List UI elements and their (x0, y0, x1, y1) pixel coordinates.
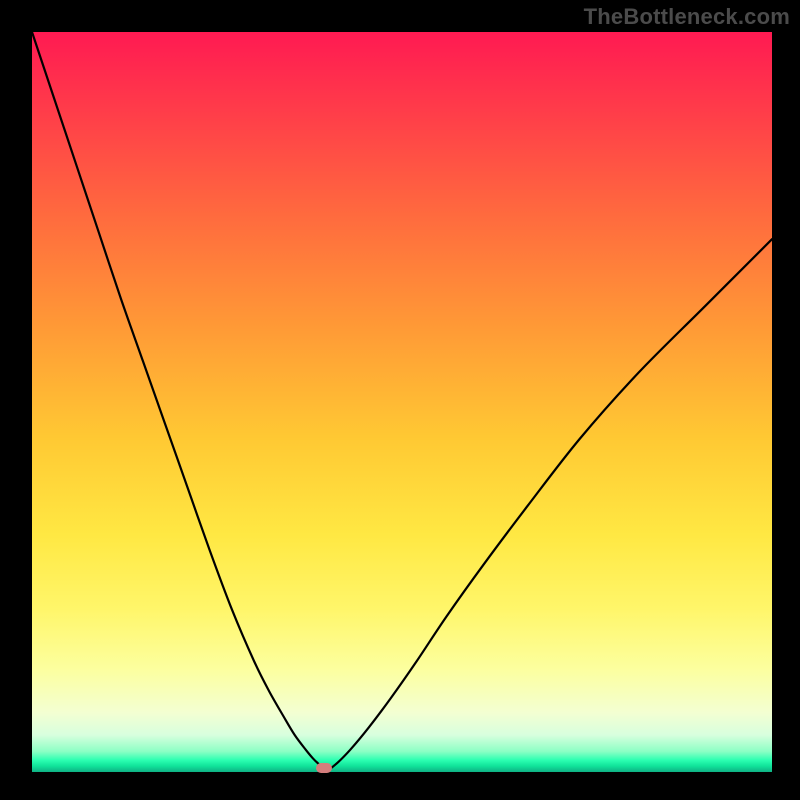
chart-frame: TheBottleneck.com (0, 0, 800, 800)
watermark-text: TheBottleneck.com (584, 4, 790, 30)
optimum-marker (316, 763, 332, 773)
bottleneck-curve (32, 32, 772, 772)
plot-area (32, 32, 772, 772)
